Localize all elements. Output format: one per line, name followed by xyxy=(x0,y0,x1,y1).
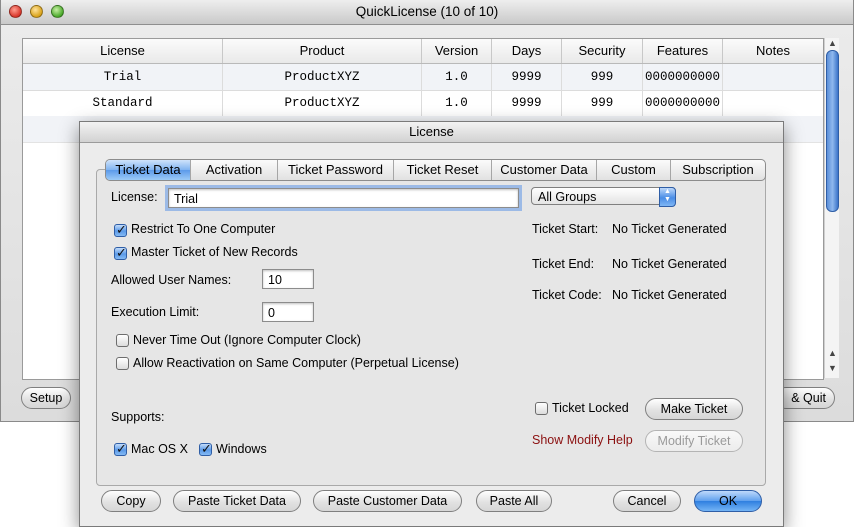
modify-ticket-button[interactable]: Modify Ticket xyxy=(645,430,743,452)
never-timeout-checkbox[interactable] xyxy=(116,334,129,347)
allowed-user-names-input[interactable]: 10 xyxy=(262,269,314,289)
never-timeout-label: Never Time Out (Ignore Computer Clock) xyxy=(133,333,361,347)
ticket-end-value: No Ticket Generated xyxy=(612,257,727,271)
column-header-notes[interactable]: Notes xyxy=(723,39,823,63)
restrict-checkbox[interactable]: ✓ xyxy=(114,222,127,237)
master-ticket-label: Master Ticket of New Records xyxy=(131,245,298,259)
mac-os-x-checkbox[interactable]: ✓ xyxy=(114,441,127,456)
scroll-up-icon[interactable]: ▲ xyxy=(828,348,837,358)
dialog-titlebar: License xyxy=(80,122,783,143)
license-name-input[interactable]: Trial xyxy=(165,185,522,211)
ticket-start-value: No Ticket Generated xyxy=(612,222,727,236)
save-quit-button[interactable]: & Quit xyxy=(775,387,835,409)
ticket-locked-checkbox[interactable] xyxy=(535,402,548,415)
setup-button[interactable]: Setup xyxy=(21,387,71,409)
tab-customer-data[interactable]: Customer Data xyxy=(492,160,597,180)
tab-ticket-reset[interactable]: Ticket Reset xyxy=(394,160,492,180)
group-select-value: All Groups xyxy=(538,190,597,204)
mac-os-x-label: Mac OS X xyxy=(131,442,188,456)
vertical-scrollbar[interactable]: ▲ ▲ ▼ xyxy=(824,38,839,378)
paste-all-button[interactable]: Paste All xyxy=(476,490,552,512)
checkmark-icon: ✓ xyxy=(116,245,127,260)
copy-button[interactable]: Copy xyxy=(101,490,161,512)
popup-arrows-icon: ▲ ▼ xyxy=(659,187,676,207)
column-header-security[interactable]: Security xyxy=(562,39,643,63)
execution-limit-input[interactable]: 0 xyxy=(262,302,314,322)
column-header-product[interactable]: Product xyxy=(223,39,422,63)
table-row[interactable]: Trial ProductXYZ 1.0 9999 999 0000000000 xyxy=(23,64,823,91)
ticket-end-label: Ticket End: xyxy=(532,257,595,271)
windows-label: Windows xyxy=(216,442,267,456)
tab-bar: Ticket Data Activation Ticket Password T… xyxy=(105,159,766,181)
ticket-code-label: Ticket Code: xyxy=(532,288,602,302)
cell-security: 999 xyxy=(562,64,643,90)
group-select[interactable]: All Groups ▲ ▼ xyxy=(531,187,676,207)
checkmark-icon: ✓ xyxy=(116,222,127,237)
ticket-locked-label: Ticket Locked xyxy=(552,401,629,415)
tab-custom[interactable]: Custom xyxy=(597,160,671,180)
column-header-days[interactable]: Days xyxy=(492,39,562,63)
paste-customer-data-button[interactable]: Paste Customer Data xyxy=(313,490,462,512)
cell-license: Trial xyxy=(23,64,223,90)
cell-features: 0000000000 xyxy=(643,90,723,116)
tab-ticket-data[interactable]: Ticket Data xyxy=(106,160,191,180)
cell-days: 9999 xyxy=(492,90,562,116)
paste-ticket-data-button[interactable]: Paste Ticket Data xyxy=(173,490,301,512)
supports-label: Supports: xyxy=(111,410,165,424)
cell-product: ProductXYZ xyxy=(223,90,422,116)
cell-features: 0000000000 xyxy=(643,64,723,90)
execution-limit-label: Execution Limit: xyxy=(111,305,200,319)
scrollbar-thumb[interactable] xyxy=(826,50,839,212)
license-label: License: xyxy=(111,190,158,204)
scroll-up-icon[interactable]: ▲ xyxy=(828,38,837,48)
tab-subscription[interactable]: Subscription xyxy=(671,160,765,180)
cancel-button[interactable]: Cancel xyxy=(613,490,681,512)
table-header: License Product Version Days Security Fe… xyxy=(23,39,823,64)
cell-security: 999 xyxy=(562,90,643,116)
cell-days: 9999 xyxy=(492,64,562,90)
reactivation-label: Allow Reactivation on Same Computer (Per… xyxy=(133,356,459,370)
reactivation-checkbox[interactable] xyxy=(116,357,129,370)
main-titlebar: QuickLicense (10 of 10) xyxy=(1,0,853,25)
checkmark-icon: ✓ xyxy=(201,441,212,456)
allowed-user-names-label: Allowed User Names: xyxy=(111,273,232,287)
windows-checkbox[interactable]: ✓ xyxy=(199,441,212,456)
ticket-code-value: No Ticket Generated xyxy=(612,288,727,302)
restrict-label: Restrict To One Computer xyxy=(131,222,276,236)
table-row[interactable]: Standard ProductXYZ 1.0 9999 999 0000000… xyxy=(23,90,823,117)
license-dialog: License Ticket Data Activation Ticket Pa… xyxy=(79,121,784,527)
make-ticket-button[interactable]: Make Ticket xyxy=(645,398,743,420)
tab-ticket-password[interactable]: Ticket Password xyxy=(278,160,394,180)
master-ticket-checkbox[interactable]: ✓ xyxy=(114,245,127,260)
window-title: QuickLicense (10 of 10) xyxy=(355,4,499,19)
cell-notes xyxy=(723,64,823,90)
cell-version: 1.0 xyxy=(422,90,492,116)
cell-notes xyxy=(723,90,823,116)
cell-product: ProductXYZ xyxy=(223,64,422,90)
scroll-down-icon[interactable]: ▼ xyxy=(828,363,837,373)
column-header-version[interactable]: Version xyxy=(422,39,492,63)
show-modify-help-link[interactable]: Show Modify Help xyxy=(532,433,633,447)
cell-version: 1.0 xyxy=(422,64,492,90)
column-header-license[interactable]: License xyxy=(23,39,223,63)
checkmark-icon: ✓ xyxy=(116,441,127,456)
column-header-features[interactable]: Features xyxy=(643,39,723,63)
cell-license: Standard xyxy=(23,90,223,116)
tab-activation[interactable]: Activation xyxy=(191,160,278,180)
ticket-start-label: Ticket Start: xyxy=(532,222,599,236)
ok-button[interactable]: OK xyxy=(694,490,762,512)
dialog-title: License xyxy=(409,124,454,139)
